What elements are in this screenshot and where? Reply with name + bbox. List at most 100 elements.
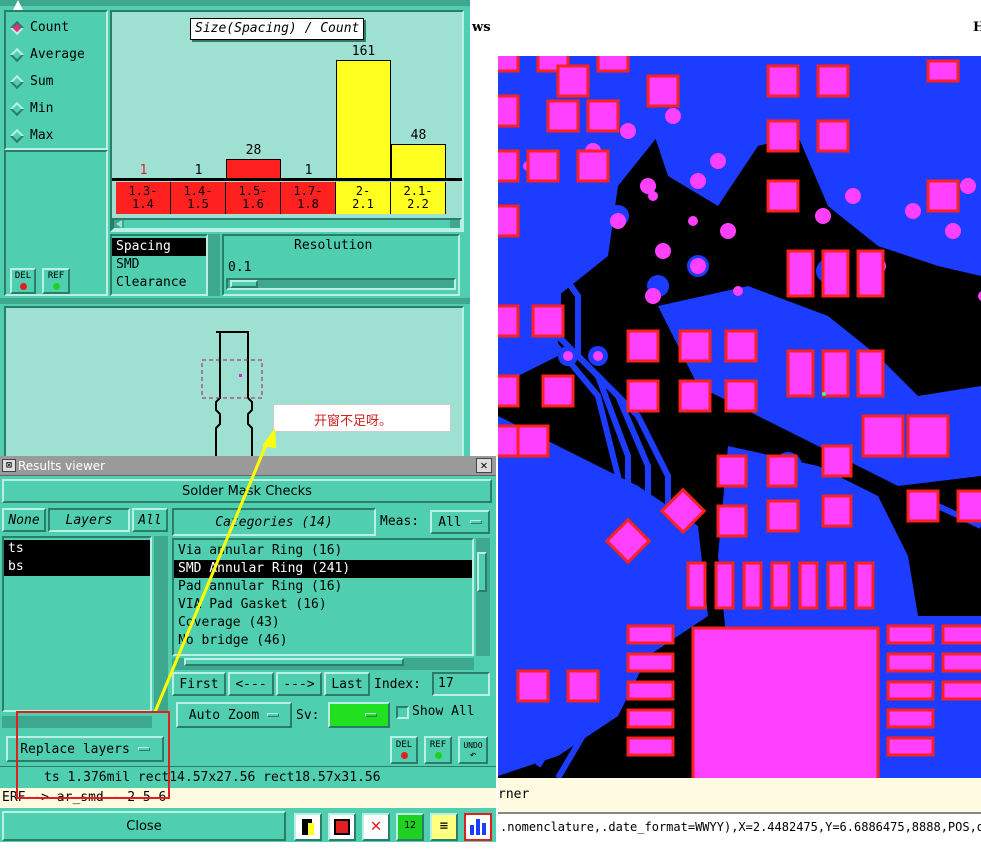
results-ref-button[interactable]: REF [424,736,452,764]
layer-list-items: ts bs [4,540,150,576]
categories-list-vscroll[interactable] [476,538,490,656]
mode-radio-label: Average [30,47,85,62]
category-list-item[interactable]: No bridge (46) [174,632,472,650]
resolution-slider-thumb[interactable] [230,280,258,288]
categories-scroll-thumb[interactable] [477,552,487,592]
results-del-button[interactable]: DEL [390,736,418,764]
close-button[interactable]: Close [2,811,286,841]
histogram-tool-icon[interactable] [464,813,492,841]
del-button[interactable]: DEL [10,268,36,294]
command-line-text: .nomenclature,.date_format=WWYY),X=2.448… [500,820,981,834]
delete-tool-icon[interactable]: ✕ [362,813,390,841]
index-input-value: 17 [438,676,454,691]
category-list-item[interactable]: Via annular Ring (16) [174,542,472,560]
results-viewer-window: ⊠ Results viewer ✕ Solder Mask Checks No… [0,456,496,850]
pcb-layout-canvas[interactable] [498,56,981,778]
none-button[interactable]: None [2,508,46,532]
histogram-category-row: 1.3- 1.4 1.4- 1.5 1.5- 1.6 1.7- 1.8 2- 2.1 2.1- 2.2 [116,182,446,214]
histogram-hscrollbar[interactable] [112,218,462,230]
resolution-slider[interactable] [226,278,456,290]
resolution-label: Resolution [294,238,373,253]
auto-zoom-dropdown[interactable]: Auto Zoom [176,702,292,728]
histogram-category-label: 2.1- 2.2 [391,182,446,214]
prev-button[interactable]: <--- [228,672,274,696]
sv-color-dropdown[interactable] [328,702,390,728]
first-button[interactable]: First [172,672,226,696]
measure-list-item[interactable]: Spacing [112,238,206,256]
all-layers-button[interactable]: All [132,508,168,532]
mode-radio-min[interactable]: Min [6,95,106,122]
cad-status-text: rner [498,787,530,802]
category-list-item[interactable]: VIA Pad Gasket (16) [174,596,472,614]
categories-list-hscroll[interactable] [172,658,474,670]
scroll-thumb[interactable] [124,220,450,228]
histogram-value-label: 1 [139,163,148,178]
prev-button-label: <--- [235,676,267,692]
index-input[interactable]: 17 [432,672,490,696]
histogram-value-label: 161 [351,44,376,59]
meas-dropdown-value: All [438,514,462,530]
mode-radio-average[interactable]: Average [6,41,106,68]
next-button[interactable]: ---> [276,672,322,696]
window-menu-icon[interactable]: ⊠ [2,459,16,472]
category-list-item[interactable]: SMD Annular Ring (241) [174,560,472,578]
measurement-readout: ts 1.376mil rect14.57x27.56 rect18.57x31… [0,766,496,788]
undo-button[interactable]: UNDO ↶ [458,736,488,764]
histogram-bar[interactable] [391,144,446,180]
layers-label-text: Layers [65,512,113,528]
mode-radio-count[interactable]: Count [6,14,106,41]
histogram-category-line: 1.4 [132,197,154,211]
feature-preview-panel [4,306,464,458]
mode-radio-sum[interactable]: Sum [6,68,106,95]
histogram-category-line: 1.3- [128,184,158,198]
layers-list-hscroll[interactable] [2,716,152,728]
meas-dropdown[interactable]: All [430,510,490,534]
results-viewer-titlebar[interactable]: ⊠ Results viewer ✕ [0,456,496,476]
results-viewer-title: Results viewer [18,459,106,473]
show-all-checkbox[interactable] [396,706,409,719]
categories-hscroll-thumb[interactable] [184,658,404,666]
histogram-category-line: 1.8 [297,197,319,211]
graph-tool-icon[interactable] [294,813,322,841]
cad-header-left: ws [472,20,491,35]
measure-type-list[interactable]: Spacing SMD Clearance [110,234,208,296]
radio-diamond-icon [9,128,25,143]
cad-view[interactable]: ws H rner .nomenclature,.date_format=WWY… [468,0,981,850]
filter-tool-icon[interactable]: 12 [396,813,424,841]
histogram-bar[interactable] [336,60,391,180]
annotation-text: 开窗不足呀。 [314,414,393,429]
histogram-category-line: 2.2 [407,197,429,211]
mode-radio-label: Sum [30,74,54,89]
scroll-left-arrow[interactable] [116,220,122,228]
category-list-item[interactable]: Coverage (43) [174,614,472,632]
measure-list-item[interactable]: Clearance [112,274,206,292]
dropdown-arrow-icon [365,713,377,717]
erf-text: ERF--> ar_smd - 2 5 6 [2,790,167,805]
histogram-category-label: 1.7- 1.8 [281,182,336,214]
layer-list-item[interactable]: ts [4,540,150,558]
ref-button[interactable]: REF [42,268,70,294]
green-dot-icon [434,752,442,759]
replace-layers-dropdown[interactable]: Replace layers [6,736,164,762]
layers-list[interactable]: ts bs [2,536,152,712]
mode-radio-max[interactable]: Max [6,122,106,149]
histogram-value-label: 28 [245,143,262,158]
notes-tool-icon[interactable]: ≡ [430,813,458,841]
solder-mask-checks-header: Solder Mask Checks [2,479,492,503]
histogram-bar[interactable] [226,159,281,180]
layers-list-vscroll[interactable] [154,536,168,712]
measure-list-item[interactable]: SMD [112,256,206,274]
categories-list[interactable]: Via annular Ring (16) SMD Annular Ring (2… [172,538,474,656]
layer-list-item[interactable]: bs [4,558,150,576]
category-list-item[interactable]: Pad annular Ring (16) [174,578,472,596]
cad-command-line[interactable]: .nomenclature,.date_format=WWYY),X=2.448… [498,812,981,840]
histogram-category-label: 1.5- 1.6 [226,182,281,214]
measure-list-scrollbar[interactable] [208,234,220,296]
cad-header: ws H [468,0,981,56]
window-close-icon[interactable]: ✕ [476,458,492,473]
last-button[interactable]: Last [324,672,370,696]
histogram-category-label: 1.3- 1.4 [116,182,171,214]
none-button-label: None [8,512,40,528]
measurement-text: ts 1.376mil rect14.57x27.56 rect18.57x31… [44,770,381,785]
report-tool-icon[interactable] [328,813,356,841]
